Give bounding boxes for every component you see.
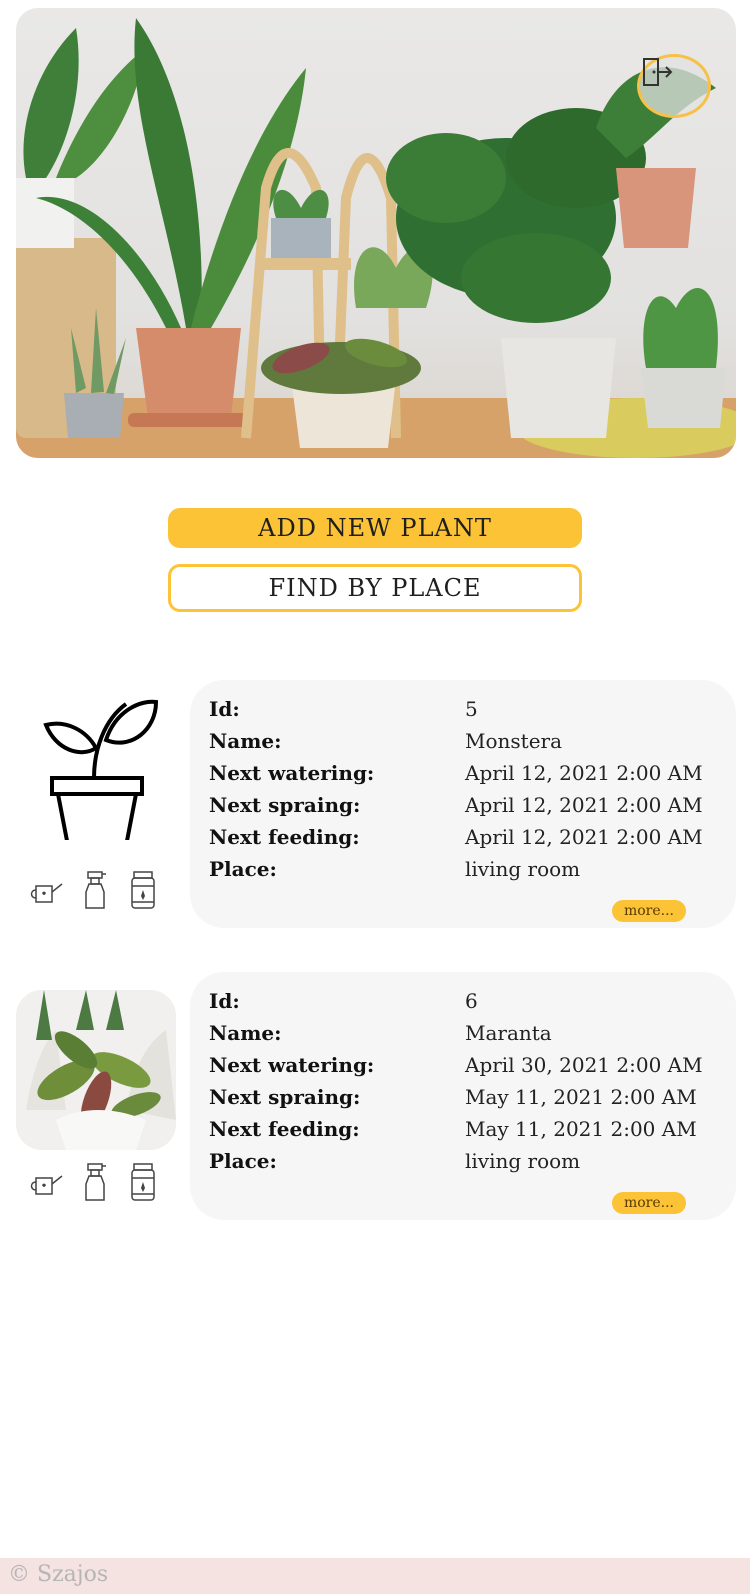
- fertilizer-jar-icon[interactable]: [126, 870, 160, 909]
- next-spraing-label: Next spraing:: [209, 1085, 361, 1109]
- place-label: Place:: [209, 857, 277, 881]
- plant-outline-icon: [16, 680, 176, 840]
- logout-button[interactable]: [637, 54, 711, 118]
- maranta-photo: [16, 990, 176, 1150]
- next-watering-value: April 30, 2021 2:00 AM: [465, 1053, 703, 1077]
- id-label: Id:: [209, 989, 240, 1013]
- plant-card: Id: 6 Name: Maranta Next watering: April 30…: [190, 972, 736, 1220]
- spray-bottle-icon[interactable]: [78, 1162, 112, 1201]
- next-watering-label: Next watering:: [209, 761, 375, 785]
- hero-plants-photo: [16, 8, 736, 458]
- name-value: Monstera: [465, 729, 563, 753]
- hero-illustration: [16, 18, 736, 458]
- name-value: Maranta: [465, 1021, 552, 1045]
- add-new-plant-button[interactable]: ADD NEW PLANT: [168, 508, 582, 548]
- more-button[interactable]: more...: [612, 900, 686, 922]
- next-spraing-label: Next spraing:: [209, 793, 361, 817]
- place-value: living room: [465, 857, 581, 881]
- name-label: Name:: [209, 729, 282, 753]
- next-feeding-label: Next feeding:: [209, 1117, 360, 1141]
- next-feeding-value: May 11, 2021 2:00 AM: [465, 1117, 697, 1141]
- find-by-place-button[interactable]: FIND BY PLACE: [168, 564, 582, 612]
- more-button[interactable]: more...: [612, 1192, 686, 1214]
- place-value: living room: [465, 1149, 581, 1173]
- id-value: 6: [465, 989, 478, 1013]
- next-watering-label: Next watering:: [209, 1053, 375, 1077]
- id-value: 5: [465, 697, 478, 721]
- footer: © Szajos: [0, 1558, 750, 1594]
- watering-can-icon[interactable]: [30, 874, 64, 910]
- plant-card: Id: 5 Name: Monstera Next watering: April 1…: [190, 680, 736, 928]
- fertilizer-jar-icon[interactable]: [126, 1162, 160, 1201]
- watering-can-icon[interactable]: [30, 1166, 64, 1202]
- logout-icon: [643, 58, 673, 86]
- next-spraing-value: April 12, 2021 2:00 AM: [465, 793, 703, 817]
- next-feeding-label: Next feeding:: [209, 825, 360, 849]
- place-label: Place:: [209, 1149, 277, 1173]
- next-feeding-value: April 12, 2021 2:00 AM: [465, 825, 703, 849]
- name-label: Name:: [209, 1021, 282, 1045]
- spray-bottle-icon[interactable]: [78, 870, 112, 909]
- footer-copyright: © Szajos: [8, 1562, 109, 1587]
- next-watering-value: April 12, 2021 2:00 AM: [465, 761, 703, 785]
- next-spraing-value: May 11, 2021 2:00 AM: [465, 1085, 697, 1109]
- id-label: Id:: [209, 697, 240, 721]
